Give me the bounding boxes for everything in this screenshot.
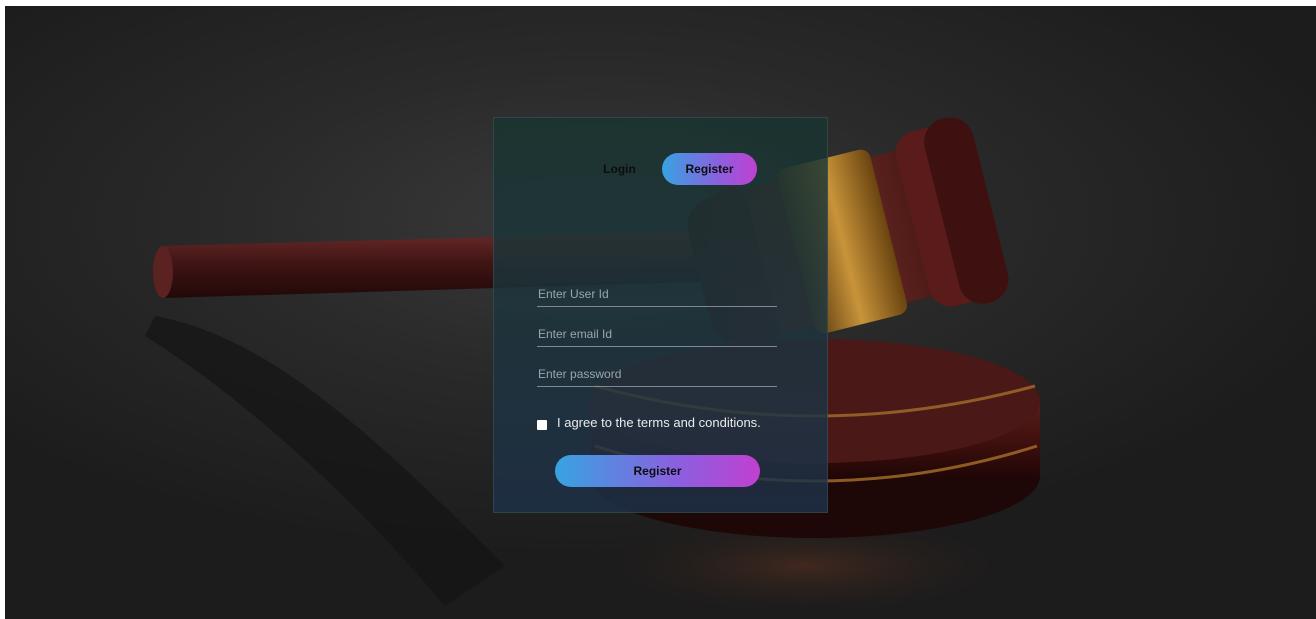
terms-checkbox[interactable] (537, 420, 547, 430)
terms-label: I agree to the terms and conditions. (557, 414, 761, 430)
user-id-input[interactable] (537, 281, 777, 307)
register-submit-button[interactable]: Register (555, 455, 760, 487)
tab-register[interactable]: Register (662, 153, 757, 185)
page-background: Login Register I agree to the terms and … (5, 6, 1316, 619)
tab-login[interactable]: Login (582, 153, 657, 185)
email-input[interactable] (537, 321, 777, 347)
auth-card: Login Register I agree to the terms and … (493, 117, 828, 513)
terms-agreement: I agree to the terms and conditions. (537, 412, 761, 432)
auth-tabs: Login Register (582, 153, 772, 185)
password-input[interactable] (537, 361, 777, 387)
